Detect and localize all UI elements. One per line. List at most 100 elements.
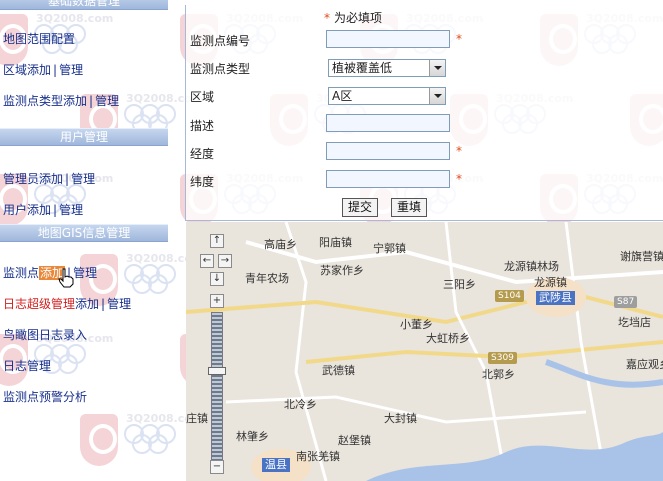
region-add-link[interactable]: 添加 bbox=[27, 63, 51, 77]
region-manage-link[interactable]: 管理 bbox=[59, 63, 83, 77]
required-note: * 为必填项 bbox=[324, 9, 382, 26]
map-place-label: 嘉应观乡 bbox=[626, 358, 663, 371]
map-place-label: 三阳乡 bbox=[443, 278, 476, 291]
sidebar-item-map-range[interactable]: 地图范围配置 bbox=[3, 30, 75, 47]
region-label-field: 区域 bbox=[190, 90, 215, 104]
longitude-input[interactable] bbox=[326, 142, 450, 160]
monitor-point-manage-link[interactable]: 管理 bbox=[73, 266, 97, 280]
longitude-label: 经度 bbox=[190, 147, 215, 161]
separator: | bbox=[89, 94, 94, 108]
section-header-basic-data: 基础数据管理 bbox=[0, 0, 168, 10]
latitude-required-star: * bbox=[456, 172, 462, 186]
map-place-label: 武德镇 bbox=[322, 364, 355, 377]
user-label: 用户 bbox=[3, 203, 28, 217]
pan-right-button[interactable]: → bbox=[218, 254, 232, 268]
required-star: * bbox=[324, 11, 330, 25]
monitor-point-form: * 为必填项 监测点编号 * 监测点类型 植被覆盖低 区域 A区 描述 经度 * … bbox=[185, 5, 663, 221]
map-place-label: 赵堡镇 bbox=[338, 434, 371, 447]
map-place-label: 龙源镇林场 bbox=[504, 260, 559, 273]
point-type-label: 监测点类型 bbox=[3, 94, 64, 108]
separator: | bbox=[65, 172, 70, 186]
longitude-required-star: * bbox=[456, 144, 462, 158]
code-required-star: * bbox=[456, 32, 462, 46]
sidebar: 基础数据管理 地图范围配置 区域添加 | 管理 监测点类型添加 | 管理 用户管理 管理… bbox=[0, 0, 168, 481]
separator: | bbox=[101, 297, 106, 311]
type-selected-value: 植被覆盖低 bbox=[332, 61, 393, 75]
zoom-slider-handle[interactable] bbox=[208, 367, 226, 375]
sidebar-item-warning-analysis[interactable]: 监测点预警分析 bbox=[3, 388, 87, 405]
point-type-add-link[interactable]: 添加 bbox=[63, 94, 87, 108]
admin-manage-link[interactable]: 管理 bbox=[71, 172, 95, 186]
chevron-down-icon[interactable] bbox=[429, 88, 445, 104]
map-view[interactable]: 高庙乡 阳庙镇 宁郭镇 谢旗营镇 青年农场 苏家作乡 龙源镇林场 龙源镇 三阳乡… bbox=[186, 222, 663, 481]
region-selected-value: A区 bbox=[332, 89, 353, 103]
zoom-in-button[interactable]: + bbox=[210, 294, 224, 308]
map-place-label: 圪垱店 bbox=[618, 316, 651, 329]
required-note-text: 为必填项 bbox=[334, 11, 383, 25]
type-label: 监测点类型 bbox=[190, 62, 251, 76]
section-header-user-management: 用户管理 bbox=[0, 128, 168, 146]
map-place-label: 龙源镇 bbox=[534, 276, 567, 289]
map-place-label: 阳庙镇 bbox=[319, 236, 352, 249]
map-place-label: 北郭乡 bbox=[482, 368, 515, 381]
map-place-label: 青年农场 bbox=[245, 272, 289, 285]
map-place-label: 苏家作乡 bbox=[320, 264, 364, 277]
description-label: 描述 bbox=[190, 119, 215, 133]
map-place-label: 宁郭镇 bbox=[373, 242, 406, 255]
sidebar-item-user: 用户添加 | 管理 bbox=[3, 201, 83, 218]
map-city-label: 温县 bbox=[262, 458, 290, 472]
map-place-label: 林肇乡 bbox=[236, 430, 269, 443]
map-place-label: 谢旗营镇 bbox=[620, 250, 663, 263]
admin-add-link[interactable]: 添加 bbox=[39, 172, 63, 186]
zoom-slider-track[interactable] bbox=[211, 312, 223, 462]
admin-label: 管理员 bbox=[3, 172, 40, 186]
type-select[interactable]: 植被覆盖低 bbox=[328, 59, 446, 77]
separator: | bbox=[53, 203, 58, 217]
log-super-link[interactable]: 日志超级管理 bbox=[3, 297, 75, 311]
log-super-add-link[interactable]: 添加 bbox=[75, 297, 99, 311]
chevron-down-icon[interactable] bbox=[429, 60, 445, 76]
sidebar-item-log-management[interactable]: 日志管理 bbox=[3, 357, 51, 374]
reset-button[interactable]: 重填 bbox=[391, 198, 428, 217]
map-place-label: 大虹桥乡 bbox=[426, 332, 470, 345]
pan-up-button[interactable]: ↑ bbox=[210, 234, 224, 248]
latitude-input[interactable] bbox=[326, 170, 450, 188]
map-range-link[interactable]: 地图范围配置 bbox=[3, 32, 75, 46]
zoom-out-button[interactable]: − bbox=[210, 460, 224, 474]
map-place-label: 高庙乡 bbox=[264, 238, 297, 251]
route-shield: S309 bbox=[488, 352, 517, 364]
description-input[interactable] bbox=[326, 114, 450, 132]
separator: | bbox=[53, 63, 58, 77]
section-header-gis: 地图GIS信息管理 bbox=[0, 224, 168, 242]
region-label: 区域 bbox=[3, 63, 28, 77]
route-shield: S87 bbox=[614, 296, 638, 308]
hand-cursor-icon bbox=[58, 268, 74, 288]
log-management-link[interactable]: 日志管理 bbox=[3, 359, 51, 373]
user-manage-link[interactable]: 管理 bbox=[59, 203, 83, 217]
map-place-label: 大封镇 bbox=[384, 412, 417, 425]
sidebar-item-log-super: 日志超级管理添加 | 管理 bbox=[3, 295, 131, 312]
map-place-label: 庄镇 bbox=[186, 412, 208, 425]
sidebar-item-monitor-point: 监测点添加 | 管理 bbox=[3, 264, 97, 281]
submit-button[interactable]: 提交 bbox=[342, 198, 379, 217]
pan-down-button[interactable]: ↓ bbox=[210, 272, 224, 286]
sidebar-item-point-type: 监测点类型添加 | 管理 bbox=[3, 92, 119, 109]
map-city-label: 武陟县 bbox=[536, 291, 575, 305]
map-place-label: 南张羌镇 bbox=[296, 450, 340, 463]
aerial-log-link[interactable]: 鸟瞰图日志录入 bbox=[3, 328, 87, 342]
code-input[interactable] bbox=[326, 30, 450, 48]
map-place-label: 北冷乡 bbox=[284, 398, 317, 411]
code-label: 监测点编号 bbox=[190, 34, 251, 48]
sidebar-item-region: 区域添加 | 管理 bbox=[3, 61, 83, 78]
log-super-manage-link[interactable]: 管理 bbox=[107, 297, 131, 311]
warning-analysis-link[interactable]: 监测点预警分析 bbox=[3, 390, 87, 404]
region-select[interactable]: A区 bbox=[328, 87, 446, 105]
route-shield: S104 bbox=[495, 290, 524, 302]
monitor-point-label: 监测点 bbox=[3, 266, 40, 280]
sidebar-item-aerial-log[interactable]: 鸟瞰图日志录入 bbox=[3, 326, 87, 343]
sidebar-item-admin: 管理员添加 | 管理 bbox=[3, 170, 95, 187]
point-type-manage-link[interactable]: 管理 bbox=[95, 94, 119, 108]
pan-left-button[interactable]: ← bbox=[200, 254, 214, 268]
latitude-label: 纬度 bbox=[190, 175, 215, 189]
user-add-link[interactable]: 添加 bbox=[27, 203, 51, 217]
